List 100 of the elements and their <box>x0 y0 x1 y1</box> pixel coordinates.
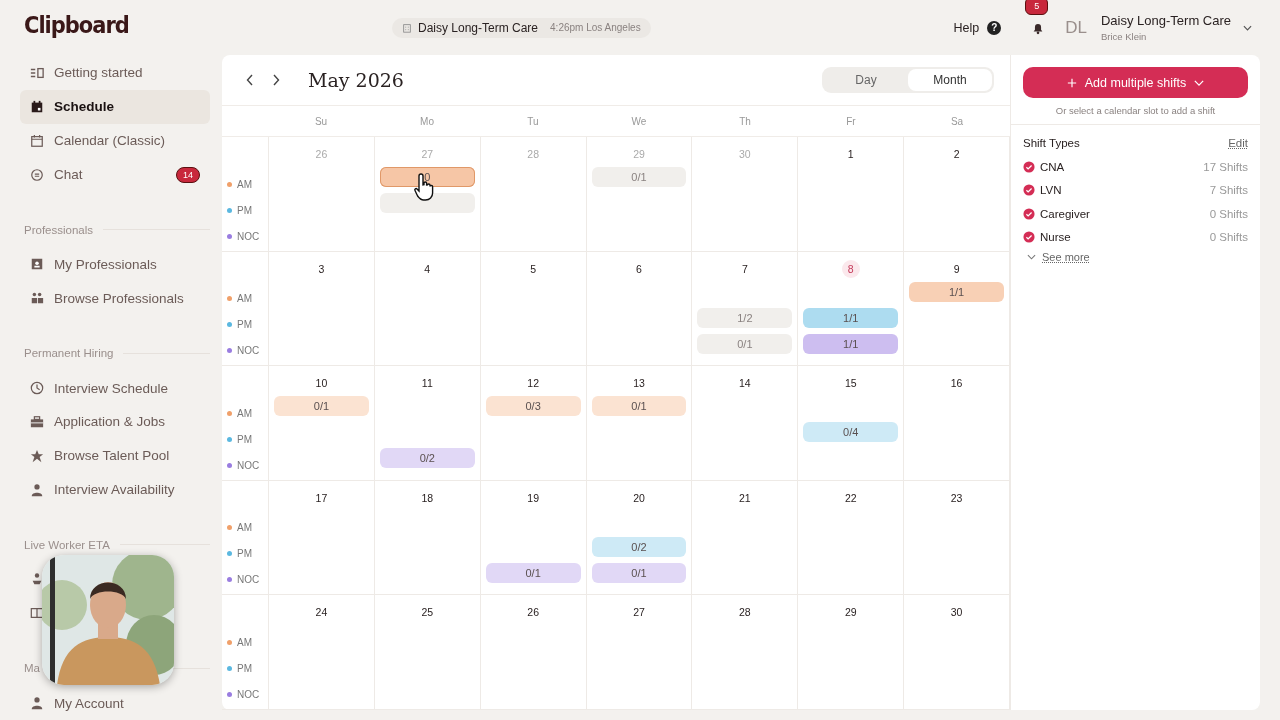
checkbox[interactable] <box>1023 184 1035 197</box>
day-number: 5 <box>529 261 538 277</box>
day-number: 7 <box>740 261 749 277</box>
shift-pill[interactable]: 0/3 <box>485 396 581 417</box>
day-number: 6 <box>635 261 643 277</box>
day-number: 14 <box>738 376 752 392</box>
day-cell[interactable]: 19 0/1 <box>480 480 587 595</box>
day-number: 12 <box>526 376 540 392</box>
shift-pill[interactable]: 0/2 <box>591 536 687 557</box>
day-cell[interactable]: 13 0/1 <box>586 366 693 480</box>
edit-link[interactable]: Edit <box>1228 137 1248 149</box>
nav-item[interactable]: Calendar (Classic) <box>20 123 210 158</box>
day-cell[interactable]: 4 <box>374 251 481 366</box>
nav-item[interactable]: Browse Professionals <box>20 281 210 316</box>
day-cell[interactable]: 24 <box>269 595 375 709</box>
day-cell[interactable]: 28 <box>692 595 799 709</box>
day-cell[interactable]: 29 0/1 <box>586 137 693 251</box>
view-tab[interactable]: Month <box>908 69 992 91</box>
book-icon[interactable] <box>30 606 44 621</box>
help-icon[interactable]: ? <box>987 20 1002 35</box>
slot-label: PM <box>237 319 252 331</box>
weekday-label: Sa <box>949 115 965 127</box>
chevron-down-icon[interactable] <box>1243 24 1252 31</box>
day-cell[interactable]: 8 1/1 1/1 <box>798 251 905 366</box>
shift-pill[interactable]: 1/1 <box>803 307 899 328</box>
checkbox[interactable] <box>1023 207 1035 220</box>
day-cell[interactable]: 22 <box>798 480 905 595</box>
day-cell[interactable]: 3 <box>269 251 375 366</box>
slot-label: NOC <box>237 345 260 357</box>
checkbox[interactable] <box>1023 231 1035 244</box>
day-cell[interactable]: 20 0/2 0/1 <box>586 480 693 595</box>
day-cell[interactable]: 7 1/2 0/1 <box>692 251 799 366</box>
day-cell[interactable]: 14 <box>692 366 799 480</box>
day-cell[interactable]: 21 <box>692 480 799 595</box>
slot-label: NOC <box>237 574 260 586</box>
nav-item[interactable]: Browse Talent Pool <box>20 438 210 473</box>
day-cell[interactable]: 25 <box>374 595 481 709</box>
slot-label: AM <box>237 522 252 534</box>
facility-name: Daisy Long-Term Care <box>418 20 539 35</box>
shift-pill[interactable]: 0/1 <box>591 562 687 583</box>
day-cell[interactable]: 10 0/1 <box>269 366 375 480</box>
shift-pill[interactable]: 0/1 <box>274 396 369 417</box>
day-cell[interactable]: 18 <box>374 480 481 595</box>
account-name[interactable]: Daisy Long-Term Care <box>1100 13 1231 28</box>
day-cell[interactable]: 27 0 <box>374 137 481 251</box>
day-cell[interactable]: 12 0/3 <box>480 366 587 480</box>
nav-item[interactable]: Schedule <box>20 89 210 124</box>
slot-label: NOC <box>237 230 260 242</box>
nav-item[interactable]: My Account <box>20 686 210 720</box>
person-icon[interactable] <box>30 572 44 587</box>
checkbox[interactable] <box>1023 160 1035 173</box>
shift-pill[interactable]: 1/1 <box>909 281 1004 302</box>
section-title: Shift Types <box>1023 137 1080 149</box>
day-cell[interactable]: 27 <box>586 595 693 709</box>
day-cell[interactable]: 5 <box>480 251 587 366</box>
day-number: 30 <box>949 605 964 621</box>
shift-pill[interactable]: 0/1 <box>485 562 581 583</box>
nav-item[interactable]: Interview Schedule <box>20 371 210 405</box>
day-number: 10 <box>314 376 329 392</box>
shift-pill[interactable]: 0 <box>379 167 475 187</box>
shift-pill[interactable]: 0/1 <box>591 396 687 417</box>
nav-item[interactable]: Getting started <box>20 56 210 90</box>
nav-item[interactable]: Application & Jobs <box>20 404 210 439</box>
nav-item[interactable]: My Professionals <box>20 247 210 282</box>
month-title: May 2026 <box>308 69 404 91</box>
day-cell[interactable]: 6 <box>586 251 693 366</box>
shift-pill[interactable]: 0/1 <box>591 167 687 187</box>
help-link[interactable]: Help <box>953 20 980 35</box>
next-icon[interactable] <box>272 74 280 86</box>
day-number: 15 <box>843 376 858 392</box>
slot-label: AM <box>237 178 252 190</box>
day-cell[interactable]: 9 1/1 <box>904 251 1010 366</box>
day-number: 29 <box>632 147 646 162</box>
add-shifts-button[interactable]: Add multiple shifts <box>1023 67 1248 98</box>
shift-count: 0 Shifts <box>1209 207 1248 220</box>
day-number: 29 <box>843 605 858 621</box>
shift-pill[interactable]: 1/1 <box>803 333 899 354</box>
shift-pill[interactable]: 0/1 <box>697 333 793 354</box>
day-number: 3 <box>317 261 326 277</box>
shift-pill[interactable]: 0/2 <box>379 448 475 469</box>
day-number: 30 <box>738 147 752 162</box>
day-number: 8 <box>841 259 860 278</box>
day-cell[interactable]: 1 <box>798 137 905 251</box>
day-cell[interactable]: 29 <box>798 595 905 709</box>
shift-pill[interactable] <box>379 193 475 213</box>
day-cell[interactable]: 17 <box>269 480 375 595</box>
previous-icon[interactable] <box>246 74 254 86</box>
day-cell[interactable]: 15 0/4 <box>798 366 905 480</box>
day-cell[interactable]: 26 <box>480 595 587 709</box>
day-number: 2 <box>952 147 961 162</box>
facility-chip[interactable]: Daisy Long-Term Care 4:26pm Los Angeles <box>392 17 651 38</box>
nav-item[interactable]: Interview Availability <box>20 472 210 507</box>
view-tab[interactable]: Day <box>824 69 908 91</box>
day-number: 28 <box>738 605 752 621</box>
logo[interactable]: Clipboard <box>24 11 129 39</box>
shift-pill[interactable]: 0/4 <box>803 422 899 443</box>
see-more-link[interactable]: See more <box>1042 251 1090 263</box>
nav-item[interactable]: Chat 14 <box>20 157 210 192</box>
day-cell[interactable]: 11 0/2 <box>374 366 481 480</box>
hint-text: Or select a calendar slot to add a shift <box>1054 105 1217 116</box>
